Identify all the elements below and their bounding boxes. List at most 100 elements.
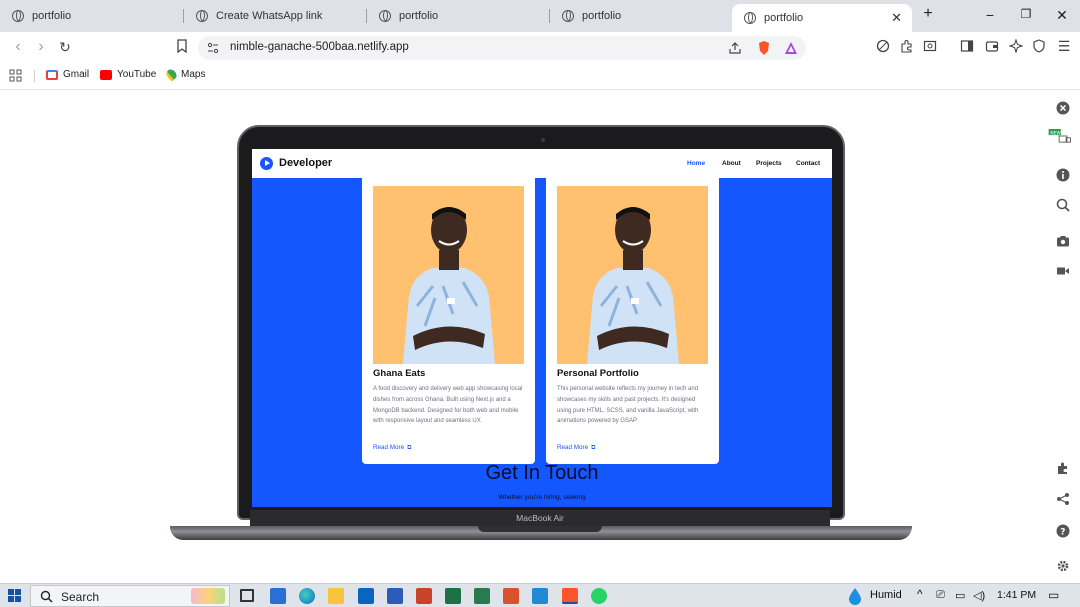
project-photo <box>373 186 524 364</box>
tray-monitor-icon[interactable]: ⎚ <box>936 589 945 602</box>
extensions-icon[interactable] <box>900 39 914 53</box>
external-link-icon: ⧉ <box>591 445 596 451</box>
project-title: Personal Portfolio <box>557 368 639 379</box>
bookmark-label: Maps <box>181 69 206 80</box>
address-bar[interactable]: nimble-ganache-500baa.netlify.app <box>198 36 806 60</box>
powerpoint-icon[interactable] <box>416 588 432 604</box>
tab-strip: portfolio Create WhatsApp link portfolio… <box>0 0 1080 32</box>
read-more-link[interactable]: Read More ⧉ <box>373 444 411 452</box>
edge-icon[interactable] <box>299 588 315 604</box>
project-photo <box>557 186 708 364</box>
screenshot-icon[interactable] <box>923 39 937 53</box>
contact-heading: Get In Touch <box>485 462 599 484</box>
sidebar-icon[interactable] <box>960 39 974 53</box>
project-description: A food discovery and delivery web app sh… <box>373 386 523 425</box>
extension-puzzle-icon[interactable] <box>1056 461 1070 475</box>
battery-icon[interactable]: ▭ <box>955 589 965 602</box>
share-nodes-icon[interactable] <box>1056 492 1070 506</box>
project-title: Ghana Eats <box>373 368 426 379</box>
project-icon[interactable] <box>474 588 490 604</box>
start-windows-icon[interactable] <box>8 589 22 603</box>
tab-portfolio-active[interactable]: portfolio ✕ <box>732 4 912 32</box>
tab-whatsapp-link[interactable]: Create WhatsApp link <box>184 4 366 28</box>
bookmark-icon[interactable] <box>175 39 189 53</box>
brave-shields-icon[interactable] <box>757 40 771 56</box>
close-window-icon[interactable]: ✕ <box>1052 7 1072 24</box>
forward-icon[interactable]: › <box>33 38 49 56</box>
external-link-icon: ⧉ <box>407 445 412 451</box>
url-text: nimble-ganache-500baa.netlify.app <box>230 41 409 53</box>
close-tab-icon[interactable]: ✕ <box>891 10 902 26</box>
new-device-icon[interactable]: NEW <box>1047 129 1073 143</box>
windows-taskbar: Search Humid ^ ⎚ ▭ ◁) 1:41 PM ▭ <box>0 583 1080 607</box>
tab-title: Create WhatsApp link <box>216 10 323 22</box>
bookmark-label: Gmail <box>63 69 90 80</box>
read-more-link[interactable]: Read More ⧉ <box>557 444 595 452</box>
back-icon[interactable]: ‹ <box>10 38 26 56</box>
task-view-icon[interactable] <box>240 589 254 602</box>
wallet-icon[interactable] <box>985 39 999 53</box>
help-icon[interactable]: ? <box>1056 524 1070 538</box>
store-icon[interactable] <box>270 588 286 604</box>
vpn-icon[interactable] <box>1032 39 1046 53</box>
menu-icon[interactable]: ☰ <box>1056 38 1072 55</box>
bookmark-youtube[interactable]: YouTube <box>100 69 156 80</box>
whatsapp-icon[interactable] <box>591 588 607 604</box>
tab-portfolio-1[interactable]: portfolio <box>0 4 183 28</box>
page-viewport: Developer Home About Projects Contact Gh… <box>0 91 1045 583</box>
word-icon[interactable] <box>387 588 403 604</box>
video-record-icon[interactable] <box>1056 264 1070 278</box>
zoom-icon[interactable] <box>1056 198 1070 212</box>
site-settings-icon[interactable] <box>207 42 219 54</box>
excel-icon[interactable] <box>445 588 461 604</box>
vscode-icon[interactable] <box>532 588 548 604</box>
bookmarks-bar: Gmail YouTube Maps <box>0 62 1080 90</box>
svg-text:NEW: NEW <box>1050 130 1061 136</box>
camera-icon[interactable] <box>1056 234 1070 248</box>
office-icon[interactable] <box>503 588 519 604</box>
minimize-icon[interactable]: − <box>980 7 1000 23</box>
nav-projects[interactable]: Projects <box>756 160 782 167</box>
restore-icon[interactable]: ❐ <box>1016 7 1036 21</box>
close-panel-icon[interactable] <box>1056 101 1070 115</box>
search-highlight-icon <box>191 588 225 604</box>
info-icon[interactable] <box>1056 168 1070 182</box>
laptop-mockup: Developer Home About Projects Contact Gh… <box>237 125 845 520</box>
project-description: This personal website reflects my journe… <box>557 386 699 425</box>
tab-portfolio-2[interactable]: portfolio <box>367 4 549 28</box>
file-explorer-icon[interactable] <box>328 588 344 604</box>
globe-icon <box>379 10 391 22</box>
reload-icon[interactable]: ↻ <box>57 39 73 56</box>
project-card: Personal Portfolio This personal website… <box>546 178 719 464</box>
nav-contact[interactable]: Contact <box>796 160 820 167</box>
tab-title: portfolio <box>764 12 804 24</box>
new-tab-button[interactable]: + <box>918 5 938 23</box>
person-photo-icon <box>373 186 524 364</box>
leo-ai-icon[interactable] <box>1009 39 1023 53</box>
settings-gear-icon[interactable] <box>1056 559 1070 573</box>
nav-home[interactable]: Home <box>687 160 705 167</box>
taskbar-search[interactable]: Search <box>30 585 230 607</box>
weather-drop-icon[interactable] <box>846 587 864 605</box>
weather-label[interactable]: Humid <box>870 589 902 601</box>
brave-rewards-icon[interactable] <box>784 41 798 55</box>
outlook-icon[interactable] <box>358 588 374 604</box>
bookmark-maps[interactable]: Maps <box>164 67 206 82</box>
brand-name[interactable]: Developer <box>279 157 332 169</box>
laptop-screen: Developer Home About Projects Contact Gh… <box>252 149 832 507</box>
tray-chevron-icon[interactable]: ^ <box>917 587 923 601</box>
apps-grid-icon[interactable] <box>9 69 22 82</box>
youtube-icon <box>100 69 112 80</box>
notifications-icon[interactable]: ▭ <box>1048 588 1059 602</box>
globe-icon <box>12 10 24 22</box>
brand-logo-icon[interactable] <box>260 157 273 170</box>
brave-icon[interactable] <box>562 588 578 604</box>
clock[interactable]: 1:41 PM <box>997 589 1036 601</box>
laptop-label: MacBook Air <box>250 510 830 526</box>
bookmark-gmail[interactable]: Gmail <box>46 69 89 80</box>
nav-about[interactable]: About <box>722 160 741 167</box>
tracking-icon[interactable] <box>876 39 890 53</box>
tab-portfolio-3[interactable]: portfolio <box>550 4 730 28</box>
volume-icon[interactable]: ◁) <box>973 589 985 602</box>
share-icon[interactable] <box>728 41 742 55</box>
